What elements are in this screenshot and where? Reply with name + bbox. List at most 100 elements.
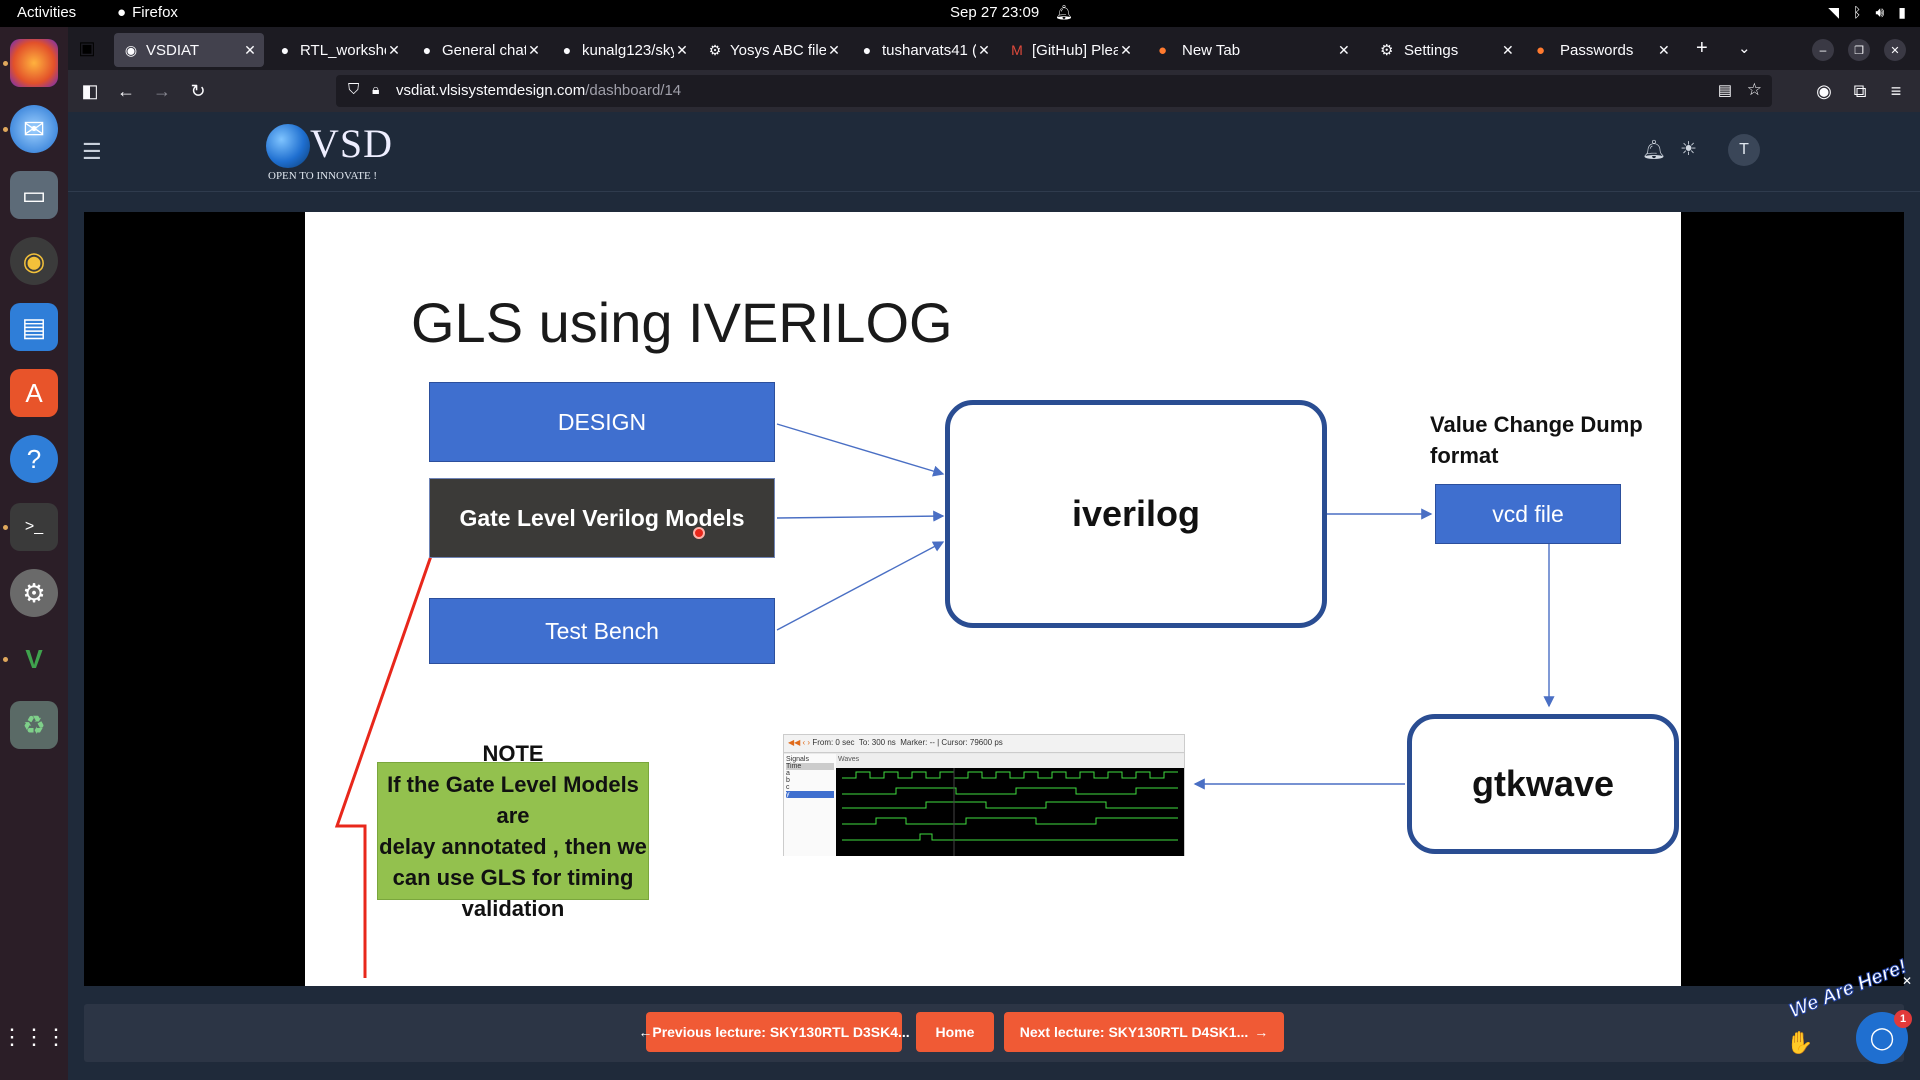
help-dock-icon[interactable]: ? <box>10 435 58 483</box>
next-lecture-button[interactable]: Next lecture: SKY130RTL D4SK1... → <box>1004 1012 1284 1052</box>
tab-rtl-workshop[interactable]: ● RTL_workshop ✕ <box>268 33 408 67</box>
close-tab-icon[interactable]: ✕ <box>242 42 258 59</box>
sidebar-toggle-icon[interactable]: ◧ <box>78 79 102 103</box>
address-bar[interactable]: ⛉ 🔒︎ vsdiat.vlsisystemdesign.com/dashboa… <box>336 75 1772 107</box>
firefox-icon: ● <box>1536 41 1546 59</box>
testbench-to-iverilog-arrow <box>776 541 945 631</box>
close-tab-icon[interactable]: ✕ <box>1658 42 1674 59</box>
site-header: ☰ VSD OPEN TO INNOVATE ! 🔔︎ ☀ T <box>68 112 1920 192</box>
gtk-nav-icon: ◀◀ ‹ › <box>788 738 813 747</box>
note-line: delay annotated , then we <box>379 834 647 859</box>
show-apps-grid-icon[interactable]: ⋮⋮⋮ <box>1 1013 67 1061</box>
page-viewport: ☰ VSD OPEN TO INNOVATE ! 🔔︎ ☀ T GLS usin… <box>68 112 1920 1080</box>
list-tabs-chevron-icon[interactable]: ⌄ <box>1738 39 1751 57</box>
close-tab-icon[interactable]: ✕ <box>674 42 690 59</box>
tab-general-chat[interactable]: ● General chat · v ✕ <box>410 33 548 67</box>
tab-yosys-abc[interactable]: ⚙ Yosys ABC file · ✕ <box>698 33 848 67</box>
close-tab-icon[interactable]: ✕ <box>976 42 992 59</box>
new-tab-plus-icon[interactable]: + <box>1696 37 1708 60</box>
note-line: validation <box>461 896 565 921</box>
url-domain: vsdiat.vlsisystemdesign.com <box>396 82 586 99</box>
github-icon: ● <box>422 42 432 58</box>
close-tab-icon[interactable]: ✕ <box>1338 42 1354 59</box>
note-line: If the Gate Level Models are <box>387 772 639 828</box>
settings-dock-icon[interactable]: ⚙ <box>10 569 58 617</box>
writer-dock-icon[interactable]: ▤ <box>10 303 58 351</box>
design-box: DESIGN <box>429 382 775 462</box>
theme-toggle-sun-icon[interactable]: ☀ <box>1680 138 1697 161</box>
tab-new-tab[interactable]: ● New Tab ✕ <box>1150 33 1360 67</box>
slide-title: GLS using IVERILOG <box>411 291 953 354</box>
lecture-video-player[interactable]: GLS using IVERILOG DESIGN Gate Level Ver… <box>84 212 1904 986</box>
terminal-dock-icon[interactable]: >_ <box>10 503 58 551</box>
account-icon[interactable]: ◉ <box>1812 79 1836 103</box>
next-lecture-label: Next lecture: SKY130RTL D4SK1... <box>1019 1024 1249 1040</box>
tab-passwords[interactable]: ● Passwords ✕ <box>1528 33 1680 67</box>
vsd-logo[interactable]: VSD OPEN TO INNOVATE ! <box>266 120 406 184</box>
system-tray[interactable]: ◥ ᛒ 🔊︎ ▮ <box>1828 4 1906 21</box>
gtkwave-box: gtkwave <box>1407 714 1679 854</box>
gear-icon: ⚙ <box>1380 42 1394 59</box>
globe-speaker-icon: ◉ <box>124 41 138 58</box>
close-tab-icon[interactable]: ✕ <box>1502 42 1518 59</box>
lock-icon[interactable]: 🔒︎ <box>372 81 379 98</box>
close-chat-icon[interactable]: ✕ <box>1902 974 1912 988</box>
github-icon: ● <box>280 42 290 58</box>
restore-window-icon[interactable]: ❐ <box>1848 39 1870 61</box>
menu-hamburger-icon[interactable]: ≡ <box>1884 79 1908 103</box>
app-menu[interactable]: ● Firefox <box>117 4 178 21</box>
close-window-icon[interactable]: ✕ <box>1884 39 1906 61</box>
files-dock-icon[interactable]: ▭ <box>10 171 58 219</box>
battery-icon: ▮ <box>1898 4 1906 20</box>
reader-view-icon[interactable]: ▤ <box>1718 81 1732 99</box>
tab-label: tusharvats41 (T <box>882 41 976 59</box>
clock[interactable]: Sep 27 23:09 <box>950 4 1039 21</box>
thunderbird-dock-icon[interactable]: ✉ <box>10 105 58 153</box>
vim-dock-icon[interactable]: V <box>10 635 58 683</box>
vcd-caption-line: format <box>1430 443 1499 468</box>
rhythmbox-dock-icon[interactable]: ◉ <box>10 237 58 285</box>
close-tab-icon[interactable]: ✕ <box>826 42 842 59</box>
user-avatar[interactable]: T <box>1728 134 1760 166</box>
lecture-navigation-bar: ← Previous lecture: SKY130RTL D3SK4... H… <box>84 1004 1904 1062</box>
iverilog-box: iverilog <box>945 400 1327 628</box>
close-tab-icon[interactable]: ✕ <box>526 42 542 59</box>
running-indicator <box>3 657 8 662</box>
chat-unread-badge: 1 <box>1894 1010 1912 1028</box>
chat-widget[interactable]: We Are Here! ✋ ◯ 1 ✕ <box>1778 955 1914 1072</box>
arrow-left-icon: ← <box>638 1024 653 1040</box>
reload-icon[interactable]: ↻ <box>186 79 210 103</box>
home-button[interactable]: Home <box>916 1012 994 1052</box>
extensions-icon[interactable]: ⧉ <box>1848 79 1872 103</box>
laser-pointer <box>693 527 705 539</box>
minimize-window-icon[interactable]: – <box>1812 39 1834 61</box>
tab-kunalg123[interactable]: ● kunalg123/sky ✕ <box>550 33 696 67</box>
trash-dock-icon[interactable]: ♻ <box>10 701 58 749</box>
sidebar-menu-icon[interactable]: ☰ <box>82 139 102 165</box>
back-arrow-icon[interactable]: ← <box>114 79 138 103</box>
gtk-signals-header: Signals <box>786 756 809 763</box>
logo-tagline: OPEN TO INNOVATE ! <box>268 170 378 182</box>
forward-arrow-icon[interactable]: → <box>150 79 174 103</box>
tab-vsdiat[interactable]: ◉ VSDIAT ✕ <box>114 33 264 67</box>
url-text[interactable]: vsdiat.vlsisystemdesign.com/dashboard/14 <box>396 82 681 99</box>
tab-overview-icon[interactable]: ▣ <box>75 36 99 60</box>
tracking-shield-icon[interactable]: ⛉ <box>348 81 359 98</box>
previous-lecture-label: Previous lecture: SKY130RTL D3SK4... <box>652 1024 910 1040</box>
close-tab-icon[interactable]: ✕ <box>1118 42 1134 59</box>
firefox-dock-icon[interactable] <box>10 39 58 87</box>
design-to-iverilog-arrow <box>776 423 945 477</box>
notifications-bell-icon[interactable]: 🔔︎ <box>1642 138 1666 162</box>
vcd-file-box: vcd file <box>1435 484 1621 544</box>
tab-tusharvats41[interactable]: ● tusharvats41 (T ✕ <box>850 33 998 67</box>
tab-settings[interactable]: ⚙ Settings ✕ <box>1372 33 1524 67</box>
tab-label: [GitHub] Please <box>1032 41 1118 59</box>
bluetooth-icon: ᛒ <box>1853 4 1862 20</box>
app-center-dock-icon[interactable]: A <box>10 369 58 417</box>
close-tab-icon[interactable]: ✕ <box>386 42 402 59</box>
note-title: NOTE <box>482 741 544 766</box>
bookmark-star-icon[interactable]: ☆ <box>1747 80 1762 100</box>
activities-button[interactable]: Activities <box>17 4 76 21</box>
tab-github-email[interactable]: M [GitHub] Please ✕ <box>1000 33 1140 67</box>
previous-lecture-button[interactable]: ← Previous lecture: SKY130RTL D3SK4... <box>638 1012 910 1052</box>
